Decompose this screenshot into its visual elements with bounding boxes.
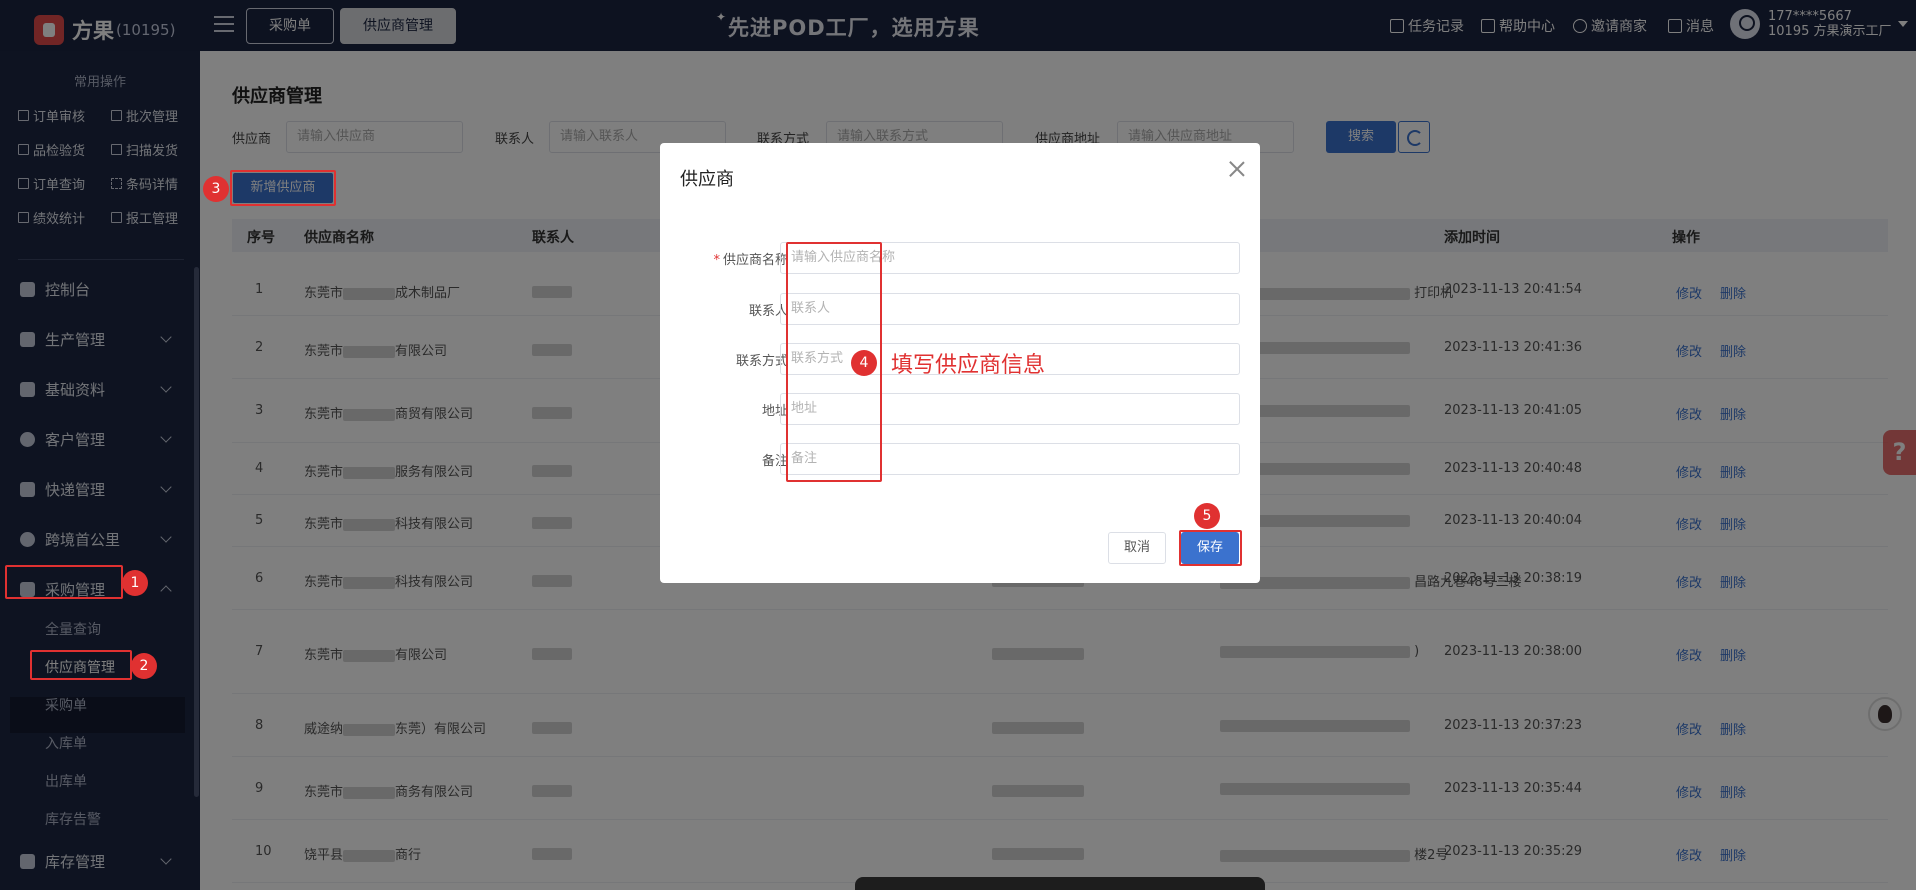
dialog-title: 供应商: [680, 169, 734, 190]
highlight-save-button: [1179, 530, 1242, 566]
highlight-add-button: [230, 170, 336, 206]
field-label-phone: 联系方式: [735, 354, 788, 369]
required-mark: *: [713, 253, 720, 268]
step-badge-4: 4: [851, 350, 877, 376]
cancel-button[interactable]: 取消: [1108, 532, 1166, 564]
step-badge-5: 5: [1194, 503, 1220, 529]
field-label-address: 地址: [761, 404, 788, 419]
highlight-purchase-menu: [5, 565, 123, 599]
step-badge-1: 1: [122, 570, 148, 596]
step-badge-3: 3: [203, 176, 229, 202]
close-icon[interactable]: [1225, 157, 1249, 181]
label-text: 供应商名称: [722, 253, 788, 268]
field-label-contact: 联系人: [748, 304, 788, 319]
step-badge-2: 2: [131, 653, 157, 679]
field-label-supplier-name: * 供应商名称: [680, 249, 788, 268]
highlight-supplier-submenu: [30, 650, 132, 680]
annotation-note: 填写供应商信息: [891, 353, 1046, 378]
field-label-remark: 备注: [761, 454, 788, 469]
